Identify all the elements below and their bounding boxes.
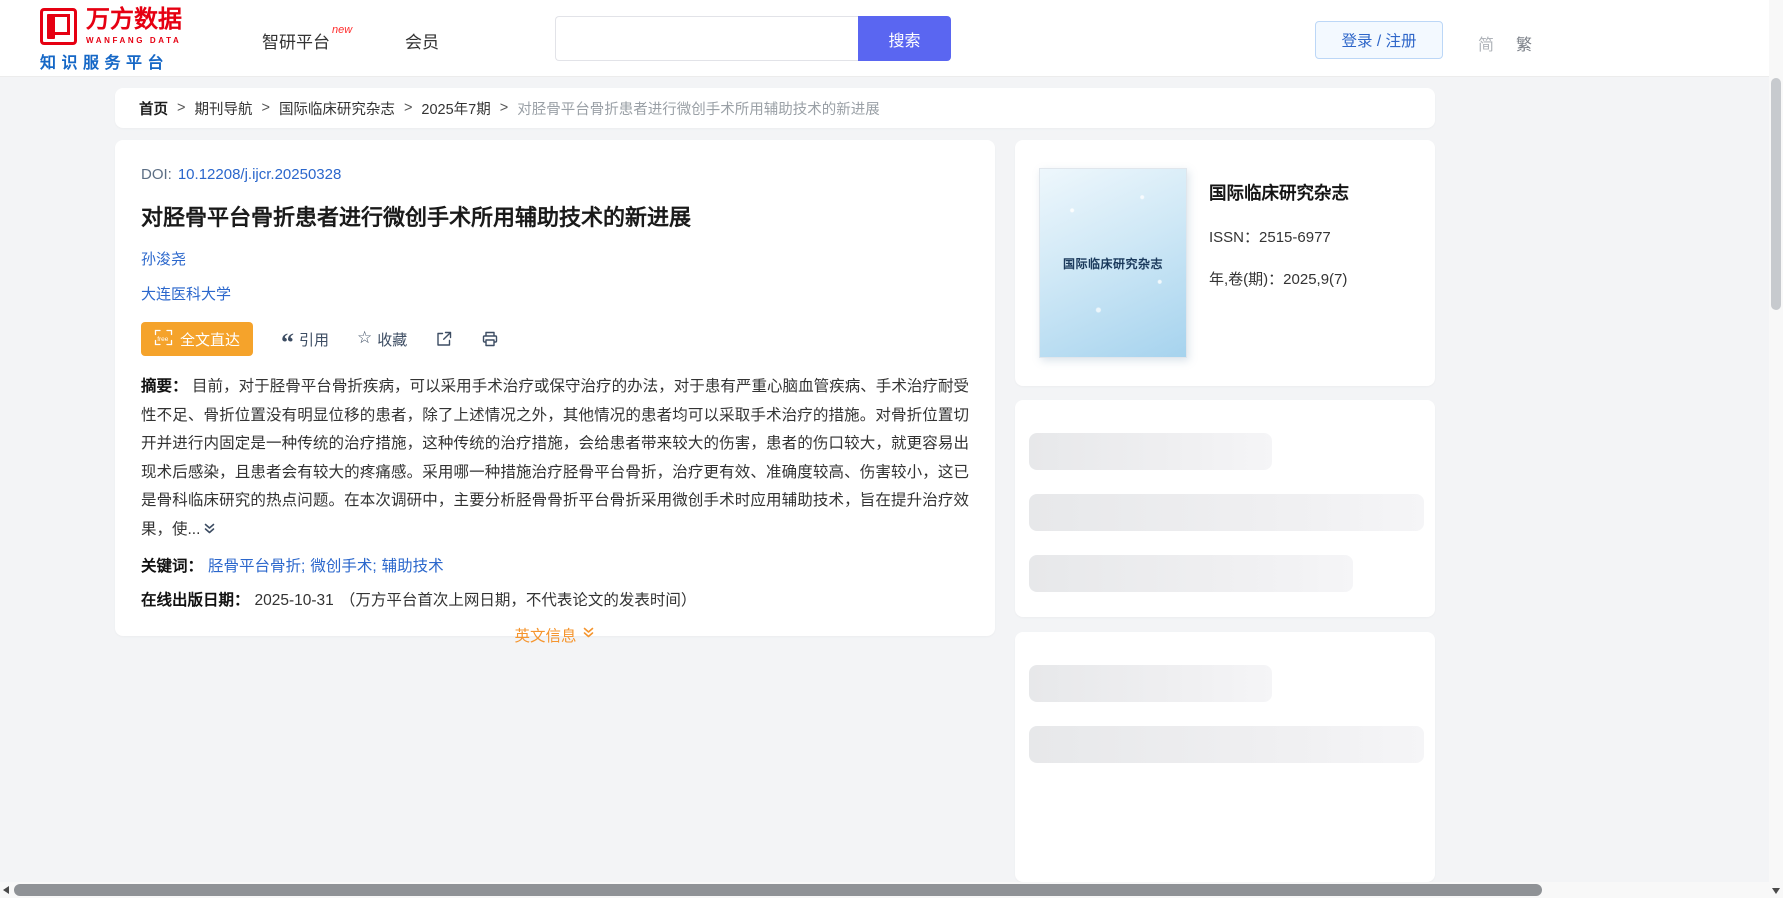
new-badge: new [332, 24, 353, 37]
nav-zhiyan-label: 智研平台 [262, 33, 330, 52]
horizontal-scrollbar-thumb[interactable] [14, 884, 1542, 896]
share-icon [437, 331, 452, 346]
online-date-section: 在线出版日期： 2025-10-31 （万方平台首次上网日期，不代表论文的发表时间） [141, 588, 969, 610]
search-input[interactable] [555, 16, 858, 61]
keyword-link[interactable]: 辅助技术 [382, 558, 444, 575]
cite-button[interactable]: “ 引用 [281, 328, 330, 357]
journal-cover-title: 国际临床研究杂志 [1062, 256, 1163, 271]
journal-cover[interactable]: 国际临床研究杂志 [1039, 168, 1187, 358]
lang-traditional-toggle[interactable]: 繁 [1516, 31, 1532, 55]
skeleton-bar [1029, 433, 1272, 470]
breadcrumb-current: 对胫骨平台骨折患者进行微创手术所用辅助技术的新进展 [517, 101, 880, 118]
horizontal-scrollbar[interactable] [0, 882, 1769, 898]
volume-value: 2025,9(7) [1283, 271, 1348, 288]
skeleton-bar [1029, 494, 1424, 531]
breadcrumb-issue[interactable]: 2025年7期 [421, 98, 490, 119]
breadcrumb: 首页 > 期刊导航 > 国际临床研究杂志 > 2025年7期 > 对胫骨平台骨折… [115, 88, 1435, 128]
keyword-separator: ; [301, 558, 306, 575]
nav-member[interactable]: 会员 [405, 28, 439, 53]
scroll-left-arrow-icon[interactable] [3, 886, 9, 894]
wanfang-logo[interactable]: 万方数据 WANFANG DATA 知识服务平台 [40, 8, 182, 73]
english-info-toggle[interactable]: 英文信息 [141, 624, 969, 646]
doi-link[interactable]: 10.12208/j.ijcr.20250328 [178, 166, 341, 183]
abstract-label: 摘要： [141, 378, 188, 395]
brand-subtitle: 知识服务平台 [40, 55, 170, 72]
lang-simplified-toggle[interactable]: 简 [1478, 31, 1494, 55]
journal-volume-row: 年,卷(期)：2025,9(7) [1209, 268, 1349, 289]
vertical-scrollbar[interactable] [1769, 0, 1783, 898]
journal-meta: 国际临床研究杂志 ISSN：2515-6977 年,卷(期)：2025,9(7) [1209, 168, 1349, 358]
journal-info-card: 国际临床研究杂志 国际临床研究杂志 ISSN：2515-6977 年,卷(期)：… [1015, 140, 1435, 386]
author-link[interactable]: 孙浚尧 [141, 251, 186, 268]
fulltext-button[interactable]: free 全文直达 [141, 322, 254, 356]
breadcrumb-separator: > [499, 100, 509, 116]
volume-label: 年,卷(期)： [1209, 271, 1284, 288]
issn-value: 2515-6977 [1259, 229, 1331, 246]
affiliation-link[interactable]: 大连医科大学 [141, 286, 231, 303]
issn-label: ISSN： [1209, 229, 1260, 246]
skeleton-bar [1029, 726, 1424, 763]
chevron-down-icon [581, 625, 596, 645]
abstract-section: 摘要： 目前，对于胫骨平台骨折疾病，可以采用手术治疗或保守治疗的办法，对于患有严… [141, 373, 969, 546]
print-button[interactable] [481, 330, 499, 348]
online-date: 2025-10-31 [254, 592, 334, 609]
loading-placeholder-card [1015, 400, 1435, 617]
share-button[interactable] [435, 330, 453, 348]
vertical-scrollbar-thumb[interactable] [1771, 78, 1781, 310]
wanfang-logo-icon [40, 8, 77, 45]
abstract-text: 目前，对于胫骨平台骨折疾病，可以采用手术治疗或保守治疗的办法，对于患有严重心脑血… [141, 378, 969, 538]
svg-text:free: free [157, 335, 169, 342]
free-fulltext-icon: free [154, 329, 173, 350]
skeleton-bar [1029, 555, 1353, 592]
breadcrumb-separator: > [403, 100, 413, 116]
online-date-label: 在线出版日期： [141, 592, 250, 609]
journal-issn-row: ISSN：2515-6977 [1209, 226, 1349, 247]
english-info-label: 英文信息 [514, 628, 577, 645]
keyword-separator: ; [372, 558, 377, 575]
fulltext-label: 全文直达 [180, 331, 241, 349]
online-date-note: （万方平台首次上网日期，不代表论文的发表时间） [339, 592, 697, 609]
keyword-link[interactable]: 微创手术 [310, 558, 372, 575]
expand-abstract-chevron-icon[interactable] [202, 518, 217, 547]
brand-name: 万方数据 [86, 7, 182, 34]
site-header: 万方数据 WANFANG DATA 知识服务平台 智研平台new 会员 搜索 登… [0, 0, 1783, 76]
quote-icon: “ [281, 328, 295, 357]
cite-label: 引用 [299, 331, 330, 349]
journal-name-link[interactable]: 国际临床研究杂志 [1209, 180, 1349, 205]
skeleton-bar [1029, 665, 1272, 702]
favorite-label: 收藏 [377, 331, 408, 349]
article-title: 对胫骨平台骨折患者进行微创手术所用辅助技术的新进展 [141, 205, 692, 230]
search-button[interactable]: 搜索 [858, 16, 951, 61]
doi-label: DOI: [141, 166, 172, 183]
nav-zhiyan-platform[interactable]: 智研平台new [262, 24, 352, 53]
breadcrumb-journal-nav[interactable]: 期刊导航 [194, 98, 252, 119]
loading-placeholder-card [1015, 632, 1435, 882]
article-card: DOI: 10.12208/j.ijcr.20250328 对胫骨平台骨折患者进行… [115, 140, 995, 645]
keywords-label: 关键词： [141, 558, 204, 575]
login-register-button[interactable]: 登录 / 注册 [1315, 21, 1443, 59]
article-actions: free 全文直达 “ 引用 ☆ 收藏 [141, 322, 969, 356]
keywords-section: 关键词： 胫骨平台骨折; 微创手术; 辅助技术 [141, 554, 969, 576]
breadcrumb-home[interactable]: 首页 [139, 98, 168, 119]
breadcrumb-separator: > [177, 100, 186, 116]
breadcrumb-separator: > [261, 100, 270, 116]
print-icon [483, 331, 498, 347]
doi-row: DOI: 10.12208/j.ijcr.20250328 [141, 166, 969, 183]
keyword-link[interactable]: 胫骨平台骨折 [208, 558, 301, 575]
breadcrumb-journal[interactable]: 国际临床研究杂志 [279, 98, 395, 119]
favorite-button[interactable]: ☆ 收藏 [357, 328, 408, 350]
star-icon: ☆ [357, 328, 373, 347]
search-box: 搜索 [555, 16, 951, 61]
scroll-down-arrow-icon[interactable] [1772, 888, 1780, 894]
brand-name-en: WANFANG DATA [86, 35, 182, 45]
